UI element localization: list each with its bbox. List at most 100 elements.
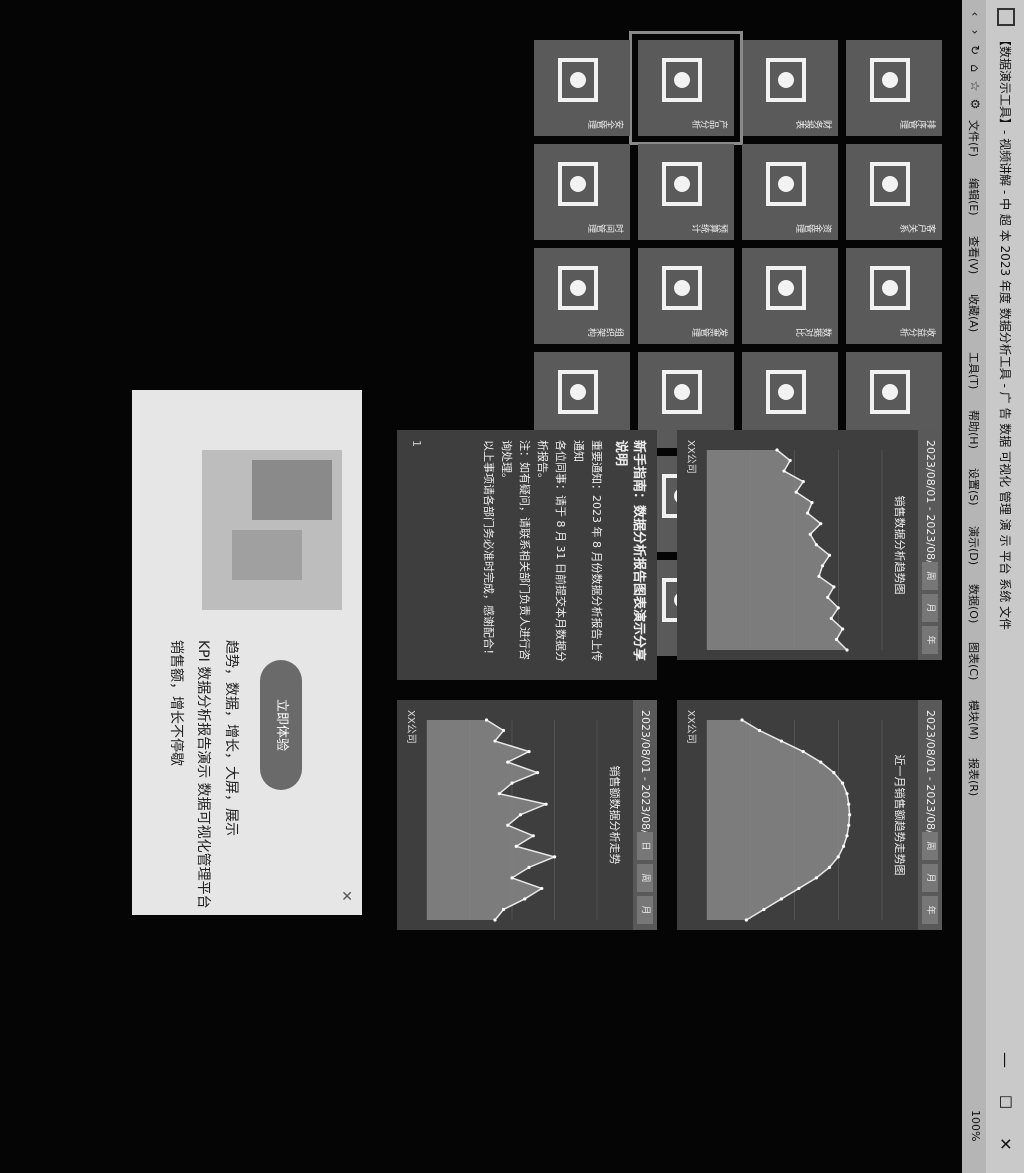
chart-coin-icon <box>864 262 916 314</box>
data-point <box>535 771 540 775</box>
menu-item-data[interactable]: 数据(O) <box>966 584 982 623</box>
data-point <box>757 728 762 733</box>
workflow-icon <box>760 366 812 418</box>
promo-subheadline: KPI 数据分析报告演示 数据可视化管理平台 <box>195 640 211 909</box>
chart-panel-sales-volume: 2023/08/01 - 2023/08/31 日 周 月 销售额数据分析走势 … <box>397 700 657 930</box>
coins-calculator-icon <box>656 158 708 210</box>
tile-8[interactable]: 时间管理 <box>534 144 630 240</box>
home-icon[interactable]: ⌂ <box>967 60 983 76</box>
tile-label: 客户关系 <box>900 222 936 232</box>
data-point <box>845 648 849 652</box>
menu-item-chart[interactable]: 图表(C) <box>966 642 982 680</box>
tile-6[interactable]: 资金管理 <box>742 144 838 240</box>
tile-1[interactable]: 排序管理 <box>846 40 942 136</box>
article-line: 各位同事：请于 8 月 31 日前提交本月数据分析报告。 <box>536 440 567 662</box>
tile-label: 发票管理 <box>692 326 728 336</box>
series-area <box>707 450 847 650</box>
chart-1-svg <box>706 448 883 652</box>
try-now-button[interactable]: 立即体验 <box>260 660 302 790</box>
data-point <box>834 637 839 642</box>
data-point <box>841 781 845 785</box>
chart-panel-sales-trend: 2023/08/01 - 2023/08/31 周 月 年 销售数据分析趋势图 … <box>677 430 942 660</box>
menu-item-module[interactable]: 模块(M) <box>966 700 982 740</box>
minimize-button[interactable]: — <box>992 1040 1018 1080</box>
tile-label: 资金管理 <box>796 222 832 232</box>
menu-item-settings[interactable]: 设置(S) <box>966 468 982 506</box>
data-point <box>845 834 849 838</box>
analytics-chart-icon <box>656 54 708 106</box>
data-point <box>782 469 786 473</box>
tile-9[interactable]: 收益分析 <box>846 248 942 344</box>
tile-4[interactable]: 安全管理 <box>534 40 630 136</box>
menu-bar: ‹ › ↻ ⌂ ☆ ⚙ 文件(F) 编辑(E) 查看(V) 收藏(A) 工具(T… <box>962 0 986 1173</box>
article-body: 新手指南：数据分析报告图表演示分享说明 重要通知：2023 年 8 月份数据分析… <box>407 440 647 670</box>
data-point <box>544 802 548 806</box>
tile-label: 排序管理 <box>900 118 936 128</box>
invoice-icon <box>656 262 708 314</box>
menu-item-view[interactable]: 查看(V) <box>966 236 982 274</box>
data-point <box>552 855 557 859</box>
lock-icon <box>552 54 604 106</box>
tile-label: 收益分析 <box>900 326 936 336</box>
promo-close-icon[interactable]: ✕ <box>338 890 354 902</box>
article-heading: 新手指南：数据分析报告图表演示分享说明 <box>613 440 646 662</box>
data-point <box>527 865 531 869</box>
article-line: 注：如有疑问，请联系相关部门负责人进行咨询处理。 <box>500 440 531 660</box>
tile-label: 组织架构 <box>588 326 624 336</box>
promo-illustration-figure <box>232 530 302 580</box>
data-point <box>827 553 832 557</box>
data-point <box>510 876 514 880</box>
gear-icon[interactable]: ⚙ <box>967 96 983 112</box>
data-point <box>775 448 779 452</box>
people-money-icon <box>864 158 916 210</box>
tile-12[interactable]: 组织架构 <box>534 248 630 344</box>
data-point <box>836 855 840 859</box>
back-icon[interactable]: ‹ <box>967 6 983 22</box>
menu-item-help[interactable]: 帮助(H) <box>966 410 982 449</box>
menu-item-demo[interactable]: 演示(D) <box>966 526 982 565</box>
data-point <box>514 844 518 848</box>
data-point <box>832 771 836 775</box>
data-point <box>788 458 792 463</box>
data-point <box>493 739 497 743</box>
title-bar: 【数据演示工具】- 视频讲解 - 中 超 本 2023 年度 数据分析工具 - … <box>986 0 1024 1173</box>
data-point <box>740 718 744 722</box>
zoom-level[interactable]: 100% <box>969 1110 982 1141</box>
tile-2[interactable]: 财务报表 <box>742 40 838 136</box>
data-point <box>819 522 823 526</box>
data-point <box>493 918 497 922</box>
tile-5[interactable]: 客户关系 <box>846 144 942 240</box>
promo-headline: 销售额，增长不停歇 <box>168 640 184 766</box>
dashboard-content: 排序管理 财务报表 产品分析 安全管理客户关系 资金管理 预算统计 时间管理收益分析 数据对比… <box>0 0 962 1173</box>
data-point <box>820 564 825 568</box>
refresh-icon[interactable]: ↻ <box>967 42 983 58</box>
data-point <box>845 792 849 796</box>
window-title: 【数据演示工具】- 视频讲解 - 中 超 本 2023 年度 数据分析工具 - … <box>998 34 1012 631</box>
cash-bag-icon <box>656 366 708 418</box>
star-icon[interactable]: ☆ <box>967 78 983 94</box>
data-point <box>497 792 501 796</box>
stack-columns-icon <box>864 366 916 418</box>
promo-illustration-bar <box>252 460 332 520</box>
menu-item-file[interactable]: 文件(F) <box>966 120 982 157</box>
menu-item-edit[interactable]: 编辑(E) <box>966 178 982 216</box>
tile-label: 预算统计 <box>692 222 728 232</box>
data-point <box>847 823 851 827</box>
tile-10[interactable]: 数据对比 <box>742 248 838 344</box>
data-point <box>797 886 801 891</box>
bar-chart-money-icon <box>760 54 812 106</box>
menu-item-favorites[interactable]: 收藏(A) <box>966 294 982 332</box>
promo-tags: 趋势，数据，增长，大屏，展示 <box>223 640 239 836</box>
tile-11[interactable]: 发票管理 <box>638 248 734 344</box>
data-point <box>506 760 510 764</box>
tile-7[interactable]: 预算统计 <box>638 144 734 240</box>
tile-3[interactable]: 产品分析 <box>629 31 743 145</box>
article-panel: 新手指南：数据分析报告图表演示分享说明 重要通知：2023 年 8 月份数据分析… <box>397 430 657 680</box>
close-button[interactable]: ✕ <box>992 1124 1018 1164</box>
data-point <box>744 918 748 922</box>
menu-item-tools[interactable]: 工具(T) <box>966 352 982 389</box>
maximize-button[interactable]: ☐ <box>992 1082 1018 1122</box>
data-point <box>841 844 846 848</box>
menu-item-report[interactable]: 报表(R) <box>966 758 982 796</box>
forward-icon[interactable]: › <box>967 24 983 40</box>
